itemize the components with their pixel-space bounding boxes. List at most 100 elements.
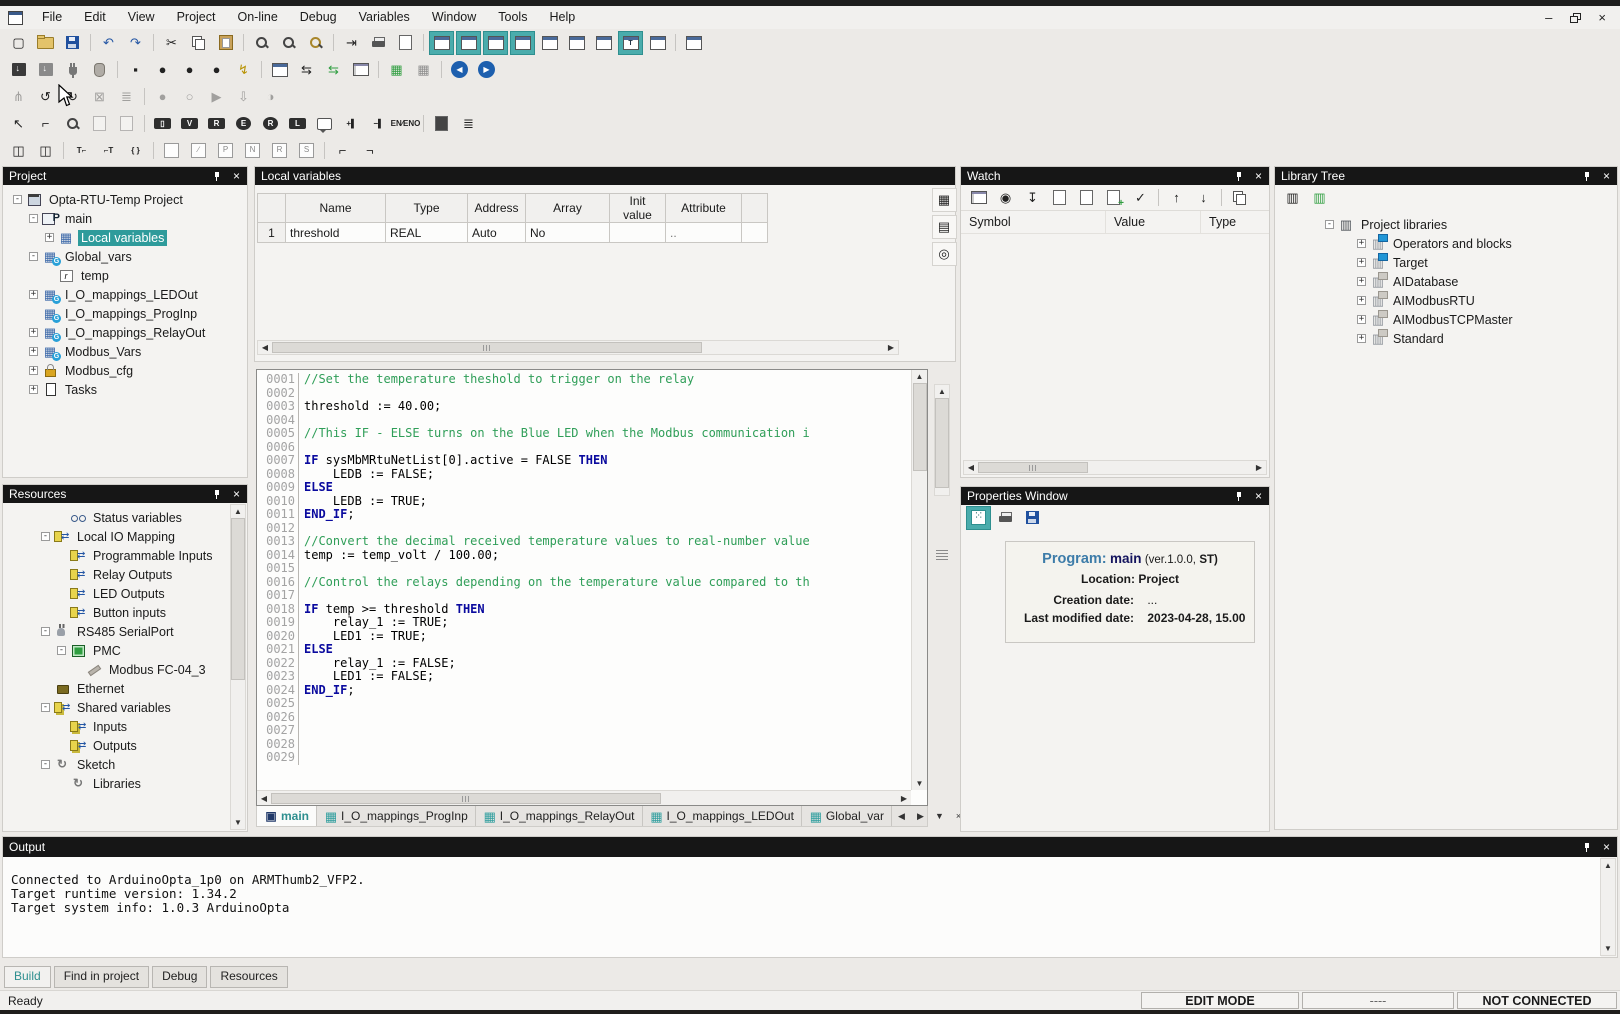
type-column-header[interactable]: Type — [1201, 211, 1269, 233]
connect-button[interactable] — [60, 58, 85, 82]
collapse-icon[interactable]: - — [29, 252, 38, 261]
scrollbar-thumb[interactable] — [978, 462, 1088, 473]
code-line-0022[interactable]: 0022 relay_1 := FALSE; — [257, 657, 911, 671]
watch-hscrollbar[interactable]: ◀ ▶ — [963, 460, 1267, 475]
import-object-button[interactable]: ⇥ — [339, 31, 364, 55]
tree-item-modbus-fc-04-3[interactable]: Modbus FC-04_3 — [25, 660, 247, 679]
editor-vscrollbar[interactable]: ▲ ▼ — [911, 370, 927, 790]
tree-item-button-inputs[interactable]: Button inputs — [25, 603, 247, 622]
jump-block-button[interactable]: L — [285, 112, 310, 136]
value-column-header[interactable]: Value — [1106, 211, 1201, 233]
clear-watch-button[interactable]: ✓ — [1128, 186, 1153, 210]
close-button[interactable]: × — [1598, 10, 1606, 25]
menu-view[interactable]: View — [117, 6, 166, 29]
resources-scrollbar[interactable]: ▲ ▼ — [230, 504, 246, 830]
code-line-0023[interactable]: 0023 LED1 := FALSE; — [257, 670, 911, 684]
tree-item-aimodbustcpmaster[interactable]: +AIModbusTCPMaster — [1325, 310, 1617, 329]
scroll-down-icon[interactable]: ▼ — [913, 777, 927, 790]
code-line-0003[interactable]: 0003threshold := 40.00; — [257, 400, 911, 414]
move-up-button[interactable]: ↑ — [1164, 186, 1189, 210]
output-log[interactable]: Connected to ArduinoOpta_1p0 on ARMThumb… — [3, 857, 1601, 957]
scroll-up-icon[interactable]: ▲ — [913, 370, 927, 383]
tree-item-temp[interactable]: temp — [13, 266, 247, 285]
column-header[interactable]: Init value — [610, 194, 666, 223]
code-line-0021[interactable]: 0021ELSE — [257, 643, 911, 657]
symbol-column-header[interactable]: Symbol — [961, 211, 1106, 233]
expand-icon[interactable]: + — [1357, 258, 1366, 267]
toggle-properties-window-button[interactable] — [564, 31, 589, 55]
toggle-text-mode-button[interactable]: T — [618, 31, 643, 55]
minimize-button[interactable]: – — [1545, 10, 1552, 25]
menu-debug[interactable]: Debug — [289, 6, 348, 29]
collapse-icon[interactable]: - — [41, 703, 50, 712]
tab-find-in-project[interactable]: Find in project — [54, 966, 149, 988]
collapse-icon[interactable]: - — [29, 214, 38, 223]
negative-coil-button[interactable]: N — [240, 139, 265, 163]
scroll-down-icon[interactable]: ▼ — [231, 816, 245, 829]
array-cell[interactable]: No — [526, 223, 610, 243]
code-line-0028[interactable]: 0028 — [257, 738, 911, 752]
scroll-tabs-right-button[interactable]: ▶ — [912, 804, 929, 828]
code-line-0006[interactable]: 0006 — [257, 441, 911, 455]
run-button[interactable]: ● — [150, 58, 175, 82]
duplicate-watch-button[interactable] — [1227, 186, 1252, 210]
code-line-0013[interactable]: 0013//Convert the decimal received tempe… — [257, 535, 911, 549]
find-variable-button[interactable]: ◎ — [932, 242, 957, 266]
code-line-0012[interactable]: 0012 — [257, 522, 911, 536]
tree-item-aidatabase[interactable]: +AIDatabase — [1325, 272, 1617, 291]
tree-item-led-outputs[interactable]: LED Outputs — [25, 584, 247, 603]
toggle-pou-window-button[interactable] — [645, 31, 670, 55]
tab-main[interactable]: main — [257, 806, 317, 826]
find-in-project-button[interactable] — [303, 31, 328, 55]
tree-item-sketch[interactable]: -Sketch — [25, 755, 247, 774]
tab-global-var[interactable]: Global_var — [802, 806, 892, 826]
braces-button[interactable]: { } — [123, 139, 148, 163]
paste-button[interactable] — [213, 31, 238, 55]
halt-button[interactable]: ● — [177, 58, 202, 82]
connection-mode-button[interactable]: ⌐ — [33, 112, 58, 136]
code-line-0015[interactable]: 0015 — [257, 562, 911, 576]
negated-contact-button[interactable]: ◫ — [33, 139, 58, 163]
code-line-0029[interactable]: 0029 — [257, 751, 911, 765]
close-icon[interactable]: × — [1603, 167, 1610, 185]
address-cell[interactable]: Auto — [468, 223, 526, 243]
tab-build[interactable]: Build — [4, 966, 51, 988]
code-line-0025[interactable]: 0025 — [257, 697, 911, 711]
table-row[interactable]: 1 threshold REAL Auto No .. — [258, 223, 768, 243]
compare-variables-button[interactable]: ⇆ — [294, 58, 319, 82]
scrollbar-thumb[interactable] — [935, 398, 949, 488]
scroll-up-icon[interactable]: ▲ — [1601, 859, 1615, 872]
tree-item-libraries[interactable]: Libraries — [25, 774, 247, 793]
tree-item-target[interactable]: +Target — [1325, 253, 1617, 272]
code-line-0027[interactable]: 0027 — [257, 724, 911, 738]
column-header[interactable]: Name — [286, 194, 386, 223]
move-down-button[interactable]: ↓ — [1191, 186, 1216, 210]
scroll-right-icon[interactable]: ▶ — [1252, 461, 1266, 474]
pin-icon[interactable] — [1583, 842, 1592, 853]
negated-coil-button[interactable]: ∕ — [186, 139, 211, 163]
add-pin-button[interactable]: +▌ — [339, 112, 364, 136]
expand-icon[interactable]: + — [29, 290, 38, 299]
import-symbol-button[interactable]: ↧ — [1020, 186, 1045, 210]
navigate-forward-button[interactable]: ▶ — [474, 58, 499, 82]
tab-debug[interactable]: Debug — [152, 966, 207, 988]
toggle-project-window-button[interactable] — [429, 31, 454, 55]
tree-item-pmc[interactable]: -PMC — [25, 641, 247, 660]
code-line-0011[interactable]: 0011END_IF; — [257, 508, 911, 522]
print-preview-button[interactable] — [393, 31, 418, 55]
toggle-resources-window-button[interactable] — [456, 31, 481, 55]
code-line-0019[interactable]: 0019 relay_1 := TRUE; — [257, 616, 911, 630]
close-icon[interactable]: × — [1255, 487, 1262, 505]
form-view-button[interactable]: ▤ — [932, 215, 957, 239]
tree-item-modbus-cfg[interactable]: +Modbus_cfg — [13, 361, 247, 380]
scroll-left-icon[interactable]: ◀ — [257, 792, 271, 805]
grid-view-button[interactable]: ▦ — [932, 188, 957, 212]
menu-variables[interactable]: Variables — [348, 6, 421, 29]
tree-item-main[interactable]: -main — [13, 209, 247, 228]
expand-icon[interactable]: + — [45, 233, 54, 242]
find-next-button[interactable] — [276, 31, 301, 55]
new-block-button[interactable]: ▯ — [150, 112, 175, 136]
find-button[interactable] — [249, 31, 274, 55]
pin-icon[interactable] — [213, 171, 222, 182]
restart-button[interactable]: ● — [204, 58, 229, 82]
